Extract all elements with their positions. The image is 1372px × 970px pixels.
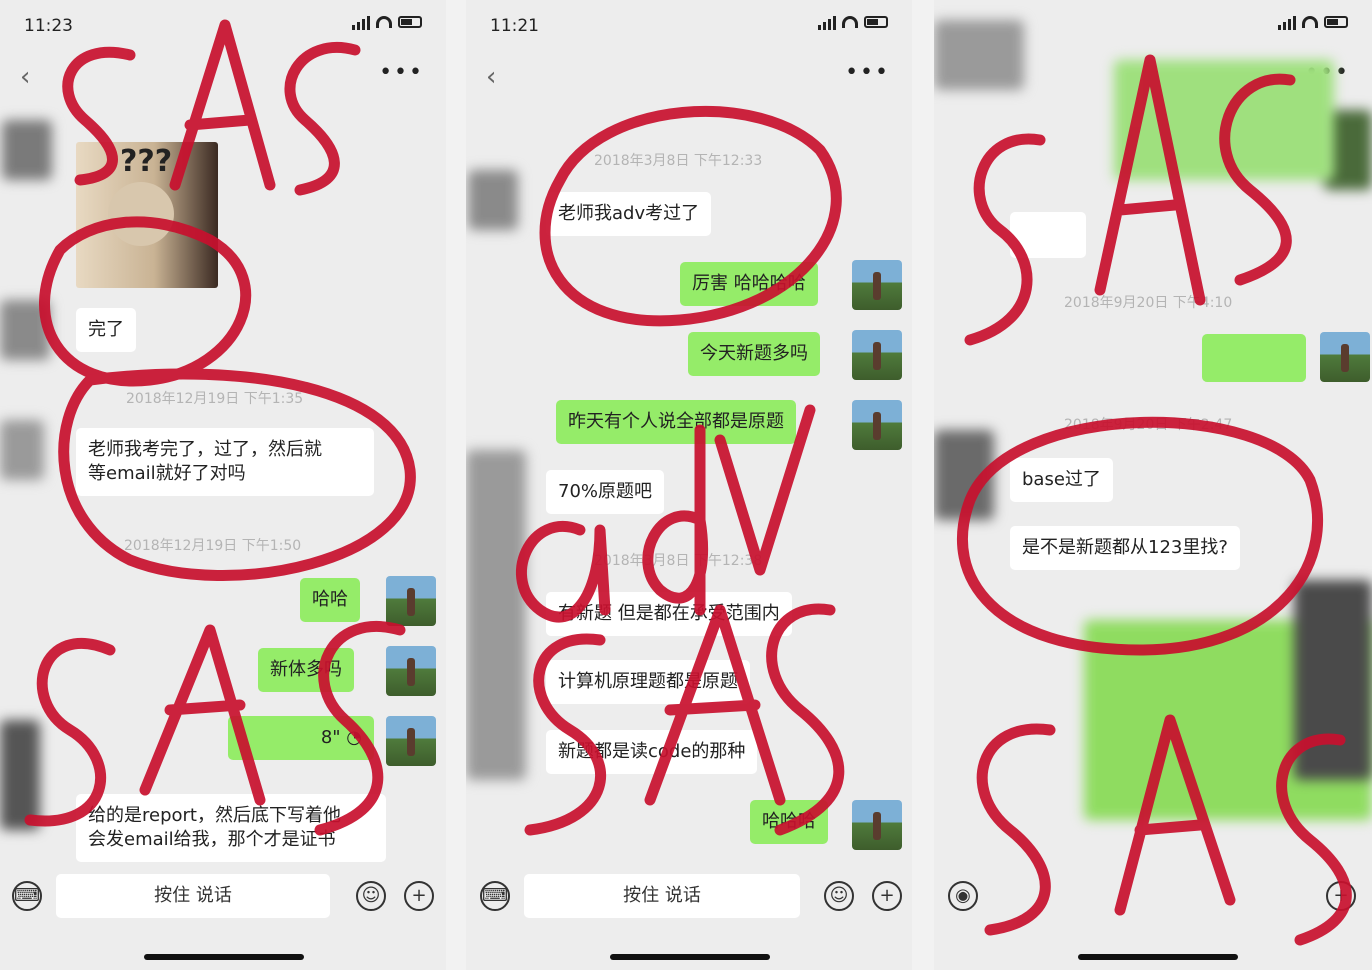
ink-text-sas — [24, 621, 406, 836]
ink-text-sas — [964, 54, 1296, 346]
ink-circle — [956, 416, 1324, 656]
ink-circle — [539, 105, 842, 327]
ink-text-sas — [976, 714, 1352, 946]
ink-text-sas — [524, 603, 845, 836]
red-ink-overlay — [24, 19, 1352, 946]
ink-text-sas — [62, 19, 361, 196]
ink-text-adv — [516, 404, 816, 623]
ink-circle — [58, 368, 416, 581]
ink-circle — [39, 216, 252, 387]
